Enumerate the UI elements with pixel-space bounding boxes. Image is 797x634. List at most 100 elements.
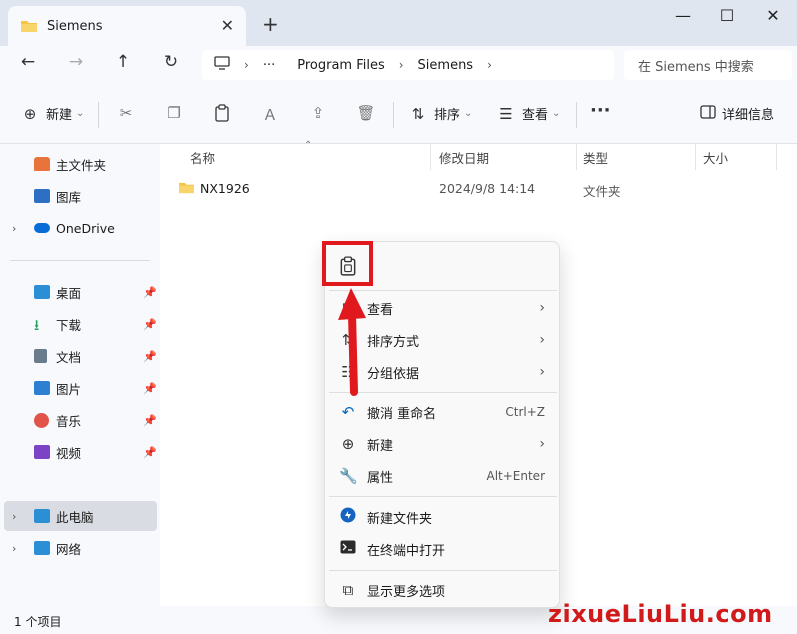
sort-icon: ⇅: [411, 104, 425, 123]
document-icon: [34, 349, 47, 363]
file-modified: 2024/9/8 14:14: [439, 181, 536, 196]
minimize-button[interactable]: —: [668, 6, 698, 25]
chevron-right-icon: ›: [244, 58, 249, 72]
column-divider[interactable]: [776, 144, 777, 170]
maximize-button[interactable]: ☐: [712, 6, 742, 25]
sidebar-item-home[interactable]: 主文件夹: [0, 149, 160, 179]
column-header-size[interactable]: 大小: [703, 148, 728, 167]
sort-ascending-icon: ⌃: [304, 140, 313, 151]
menu-label: 新建: [367, 438, 394, 454]
breadcrumb-program-files[interactable]: Program Files: [297, 58, 385, 73]
sidebar-item-videos[interactable]: 视频 📌: [0, 437, 160, 467]
file-name: NX1926: [200, 181, 250, 196]
table-row[interactable]: NX1926 2024/9/8 14:14 文件夹: [178, 178, 778, 200]
column-divider[interactable]: [576, 144, 577, 170]
tab-siemens[interactable]: Siemens ✕: [8, 6, 246, 46]
details-pane-icon: [698, 104, 718, 123]
menu-separator: [329, 496, 557, 497]
menu-label: 属性: [367, 470, 394, 486]
sidebar-item-label: 文档: [56, 349, 82, 365]
pin-icon: 📌: [143, 349, 157, 363]
chevron-down-icon: ⌄: [464, 108, 473, 119]
menu-item-show-more-options[interactable]: ⧉ 显示更多选项: [325, 575, 561, 605]
copy-icon[interactable]: ❐: [164, 104, 184, 122]
forward-button[interactable]: →: [64, 52, 88, 72]
rename-icon[interactable]: Ａ: [260, 104, 280, 125]
toolbar-divider: [576, 102, 577, 128]
tab-title: Siemens: [47, 18, 103, 34]
sidebar-item-label: 桌面: [56, 285, 82, 301]
chevron-right-icon[interactable]: ›: [12, 542, 16, 555]
sidebar-item-music[interactable]: 音乐 📌: [0, 405, 160, 435]
chevron-right-icon: ›: [539, 300, 545, 316]
sidebar-item-label: 下载: [56, 317, 82, 333]
sidebar-item-label: 视频: [56, 445, 82, 461]
download-icon: ⭳: [34, 316, 40, 334]
view-button[interactable]: ☰ 查看 ⌄: [496, 104, 561, 124]
undo-icon: ↶: [341, 403, 355, 421]
address-bar[interactable]: › ··· Program Files › Siemens ›: [202, 50, 614, 80]
highlight-box: [322, 241, 373, 286]
column-divider[interactable]: [430, 144, 431, 170]
sidebar-item-documents[interactable]: 文档 📌: [0, 341, 160, 371]
folder-icon: [20, 19, 38, 33]
breadcrumb-siemens[interactable]: Siemens: [418, 58, 474, 73]
menu-item-undo-rename[interactable]: ↶ 撤消 重命名 Ctrl+Z: [325, 397, 561, 427]
column-divider[interactable]: [695, 144, 696, 170]
menu-label: 在终端中打开: [367, 543, 446, 559]
plus-circle-icon: ⊕: [23, 104, 37, 123]
chevron-right-icon[interactable]: ›: [12, 222, 16, 235]
new-folder-icon: [339, 507, 357, 527]
search-input[interactable]: 在 Siemens 中搜索: [624, 50, 792, 80]
new-button[interactable]: ⊕ 新建 ⌄: [20, 104, 85, 124]
gallery-icon: [34, 189, 50, 203]
share-icon[interactable]: ⇪: [308, 104, 328, 122]
more-options-button[interactable]: ···: [590, 100, 611, 121]
chevron-down-icon: ⌄: [552, 108, 561, 119]
sidebar-item-label: OneDrive: [56, 220, 115, 236]
new-tab-button[interactable]: +: [262, 12, 279, 36]
refresh-button[interactable]: ↻: [159, 52, 183, 72]
pictures-icon: [34, 381, 50, 395]
navigation-bar: ← → ↑ ↻ › ··· Program Files › Siemens › …: [0, 46, 797, 86]
paste-icon[interactable]: [212, 104, 232, 126]
pin-icon: 📌: [143, 445, 157, 459]
chevron-right-icon: ›: [398, 58, 404, 72]
sidebar-item-gallery[interactable]: 图库: [0, 181, 160, 211]
wrench-icon: 🔧: [339, 467, 358, 485]
tab-close-button[interactable]: ✕: [221, 16, 234, 35]
terminal-icon: [339, 540, 357, 558]
menu-item-open-in-terminal[interactable]: 在终端中打开: [325, 534, 561, 564]
chevron-right-icon[interactable]: ›: [12, 510, 16, 523]
desktop-icon: [34, 285, 50, 299]
sidebar-item-this-pc[interactable]: › 此电脑: [4, 501, 157, 531]
address-more-button[interactable]: ···: [263, 58, 275, 73]
sidebar-item-onedrive[interactable]: › OneDrive: [0, 213, 160, 243]
title-bar: Siemens ✕ + — ☐ ✕: [0, 0, 797, 46]
sidebar-item-network[interactable]: › 网络: [0, 533, 160, 563]
menu-item-properties[interactable]: 🔧 属性 Alt+Enter: [325, 461, 561, 491]
column-header-modified[interactable]: 修改日期: [439, 148, 489, 167]
sidebar-item-pictures[interactable]: 图片 📌: [0, 373, 160, 403]
up-button[interactable]: ↑: [111, 52, 135, 72]
pin-icon: 📌: [143, 285, 157, 299]
network-icon: [34, 541, 50, 555]
menu-item-new[interactable]: ⊕ 新建 ›: [325, 429, 561, 459]
sidebar-item-desktop[interactable]: 桌面 📌: [0, 277, 160, 307]
details-pane-button[interactable]: 详细信息: [698, 104, 774, 123]
sort-button[interactable]: ⇅ 排序 ⌄: [408, 104, 473, 124]
column-header-type[interactable]: 类型: [583, 148, 608, 167]
computer-icon: [34, 509, 50, 523]
column-header-name[interactable]: 名称: [190, 148, 215, 167]
show-more-icon: ⧉: [342, 581, 354, 599]
sidebar-item-downloads[interactable]: ⭳ 下载 📌: [0, 309, 160, 339]
chevron-right-icon: ›: [539, 364, 545, 380]
chevron-right-icon: ›: [487, 58, 492, 72]
delete-icon[interactable]: 🗑: [356, 104, 376, 122]
cut-icon[interactable]: ✂: [116, 104, 136, 122]
file-type: 文件夹: [583, 184, 621, 199]
menu-item-new-folder[interactable]: 新建文件夹: [325, 502, 561, 532]
back-button[interactable]: ←: [16, 52, 40, 72]
close-window-button[interactable]: ✕: [758, 6, 788, 25]
menu-label: 撤消 重命名: [367, 406, 437, 422]
